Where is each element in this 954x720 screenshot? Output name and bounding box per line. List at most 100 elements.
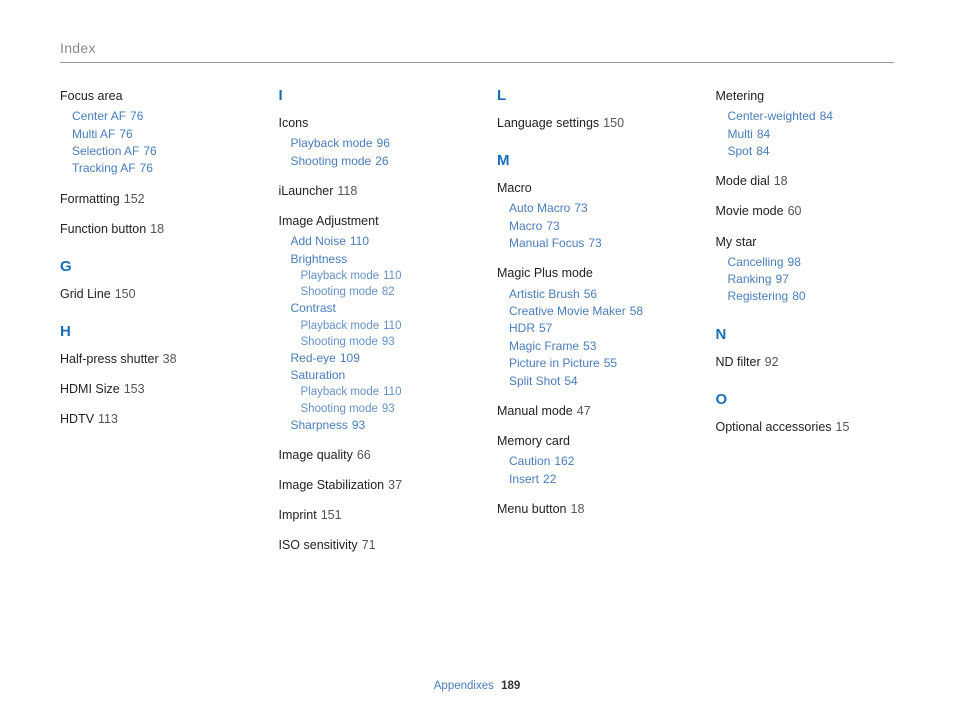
sub-item[interactable]: Sharpness93 (291, 417, 458, 434)
entry-title[interactable]: Formatting (60, 192, 120, 206)
sub-sub-page: 93 (382, 403, 395, 415)
entry-page: 150 (603, 116, 624, 130)
entry-title[interactable]: Memory card (497, 434, 570, 448)
page-header: Index (60, 40, 894, 63)
entry-title[interactable]: ISO sensitivity (279, 538, 358, 552)
sub-sub-item[interactable]: Playback mode110 (301, 384, 458, 400)
sub-item[interactable]: Add Noise110 (291, 233, 458, 250)
entry-title[interactable]: Icons (279, 116, 309, 130)
sub-label: Manual Focus (509, 236, 584, 250)
sub-item[interactable]: Center AF76 (72, 108, 239, 125)
sub-item[interactable]: Auto Macro73 (509, 200, 676, 217)
sub-list: Playback mode96Shooting mode26 (279, 135, 458, 170)
sub-page: 73 (588, 236, 601, 250)
entry-page: 118 (337, 184, 357, 198)
sub-heading[interactable]: Brightness (291, 251, 458, 268)
entry-title[interactable]: Mode dial (716, 174, 770, 188)
entry-page: 18 (774, 174, 788, 188)
letter-heading: H (60, 323, 239, 340)
entry-title[interactable]: HDMI Size (60, 382, 120, 396)
sub-page: 97 (776, 272, 789, 286)
sub-item[interactable]: Multi AF76 (72, 126, 239, 143)
sub-item[interactable]: Magic Frame53 (509, 338, 676, 355)
sub-list: Auto Macro73Macro73Manual Focus 73 (497, 200, 676, 252)
entry-title[interactable]: iLauncher (279, 184, 334, 198)
entry-title[interactable]: Imprint (279, 508, 317, 522)
entry-title[interactable]: Half-press shutter (60, 352, 159, 366)
sub-sub-page: 110 (383, 270, 401, 282)
entry-page: 38 (163, 352, 177, 366)
sub-item[interactable]: Picture in Picture55 (509, 355, 676, 372)
entry-title[interactable]: Movie mode (716, 204, 784, 218)
entry-title[interactable]: Language settings (497, 116, 599, 130)
sub-item[interactable]: Red-eye109 (291, 350, 458, 367)
entry-title[interactable]: Optional accessories (716, 420, 832, 434)
sub-page: 98 (788, 255, 801, 269)
sub-label: Spot (728, 144, 753, 158)
index-entry: iLauncher118 (279, 182, 458, 200)
sub-item[interactable]: Ranking97 (728, 271, 895, 288)
sub-item[interactable]: Center-weighted84 (728, 108, 895, 125)
entry-title[interactable]: Image Stabilization (279, 478, 385, 492)
sub-sub-label: Shooting mode (301, 336, 378, 348)
sub-item[interactable]: Artistic Brush56 (509, 286, 676, 303)
index-entry: My star Cancelling98Ranking97Registering8… (716, 233, 895, 306)
entry-title[interactable]: HDTV (60, 412, 94, 426)
entry-page: 60 (788, 204, 802, 218)
sub-list: Artistic Brush56Creative Movie Maker58HD… (497, 286, 676, 390)
sub-heading[interactable]: Saturation (291, 367, 458, 384)
sub-item[interactable]: Tracking AF76 (72, 160, 239, 177)
letter-heading: L (497, 87, 676, 104)
entry-title[interactable]: My star (716, 235, 757, 249)
entry-title[interactable]: ND filter (716, 355, 761, 369)
sub-item[interactable]: Shooting mode26 (291, 153, 458, 170)
sub-item[interactable]: Caution162 (509, 453, 676, 470)
entry-page: 18 (150, 222, 164, 236)
entry-title[interactable]: Function button (60, 222, 146, 236)
sub-item[interactable]: Multi84 (728, 126, 895, 143)
sub-sub-label: Shooting mode (301, 403, 378, 415)
sub-item[interactable]: Cancelling98 (728, 254, 895, 271)
sub-heading[interactable]: Contrast (291, 300, 458, 317)
entry-title[interactable]: Metering (716, 89, 765, 103)
entry-title[interactable]: Manual mode (497, 404, 573, 418)
entry-title[interactable]: Image Adjustment (279, 214, 379, 228)
sub-sub-item[interactable]: Playback mode110 (301, 268, 458, 284)
sub-page: 58 (630, 304, 643, 318)
sub-list: Add Noise110BrightnessPlayback mode110Sh… (279, 233, 458, 434)
sub-item[interactable]: Insert22 (509, 471, 676, 488)
sub-label: HDR (509, 321, 535, 335)
sub-page: 110 (350, 234, 369, 248)
entry-title[interactable]: Magic Plus mode (497, 266, 593, 280)
sub-label: Red-eye (291, 351, 336, 365)
sub-sub-label: Playback mode (301, 270, 380, 282)
sub-sub-item[interactable]: Playback mode110 (301, 318, 458, 334)
index-entry: Image quality 66 (279, 446, 458, 464)
sub-item[interactable]: Split Shot54 (509, 373, 676, 390)
sub-label: Magic Frame (509, 339, 579, 353)
sub-label: Multi AF (72, 127, 115, 141)
sub-list: Center AF76Multi AF76Selection AF76Track… (60, 108, 239, 178)
entry-title[interactable]: Grid Line (60, 287, 111, 301)
entry-title[interactable]: Image quality (279, 448, 353, 462)
entry-title[interactable]: Focus area (60, 89, 123, 103)
entry-page: 71 (362, 538, 376, 552)
sub-label: Selection AF (72, 144, 139, 158)
entry-page: 66 (357, 448, 371, 462)
page-footer: Appendixes 189 (0, 680, 954, 692)
sub-item[interactable]: Manual Focus 73 (509, 235, 676, 252)
sub-sub-item[interactable]: Shooting mode93 (301, 334, 458, 350)
sub-item[interactable]: Playback mode96 (291, 135, 458, 152)
sub-item[interactable]: Creative Movie Maker58 (509, 303, 676, 320)
sub-item[interactable]: Macro73 (509, 218, 676, 235)
sub-item[interactable]: Registering80 (728, 288, 895, 305)
entry-title[interactable]: Macro (497, 181, 532, 195)
sub-sub-item[interactable]: Shooting mode 93 (301, 401, 458, 417)
sub-item[interactable]: HDR57 (509, 320, 676, 337)
sub-item[interactable]: Selection AF76 (72, 143, 239, 160)
entry-title[interactable]: Menu button (497, 502, 567, 516)
sub-label: Split Shot (509, 374, 560, 388)
sub-page: 84 (756, 144, 769, 158)
sub-item[interactable]: Spot84 (728, 143, 895, 160)
sub-sub-item[interactable]: Shooting mode82 (301, 284, 458, 300)
